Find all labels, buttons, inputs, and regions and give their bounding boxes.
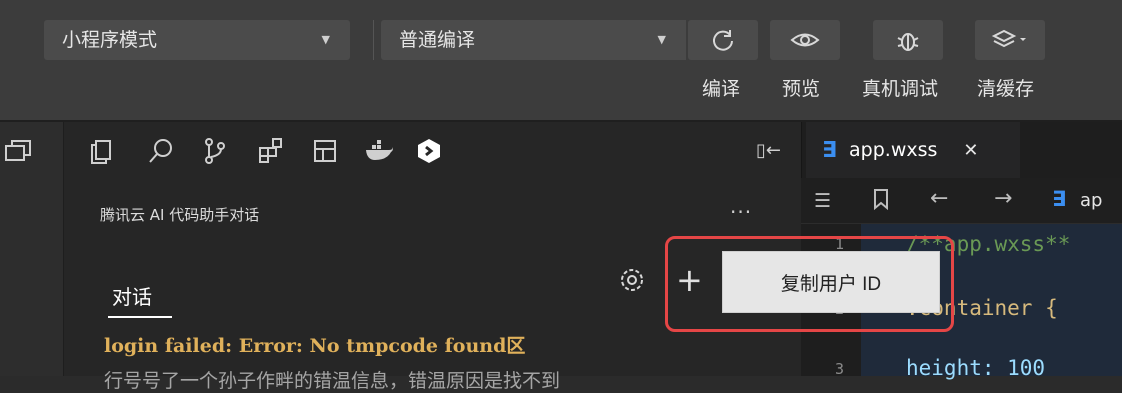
docker-icon[interactable] [360,132,398,170]
back-arrow-icon[interactable]: ← [930,186,948,211]
remote-debug-label: 真机调试 [862,78,939,100]
remote-debug-button[interactable] [873,20,943,60]
close-icon[interactable]: ✕ [963,140,978,161]
error-message-continued: 行号号了一个孙子作畔的错温信息，错温原因是找不到 [104,370,561,392]
preview-button[interactable] [770,20,840,60]
file-tab-label: app.wxss [849,139,938,161]
extensions-icon[interactable] [252,132,290,170]
settings-gear-icon[interactable] [616,264,648,296]
compile-select-value: 普通编译 [399,29,476,51]
forward-arrow-icon[interactable]: → [994,186,1012,211]
clear-cache-button[interactable] [975,20,1045,60]
refresh-icon [713,30,733,51]
mode-select[interactable]: 小程序模式 ▼ [44,20,350,60]
eye-icon [790,33,820,47]
collapse-panel-icon[interactable]: ▯← [756,140,786,164]
layout-icon[interactable] [306,132,344,170]
copy-icon[interactable] [82,132,120,170]
tab-active-indicator [108,316,172,318]
window-icon[interactable] [2,136,36,170]
more-options-icon[interactable]: ... [730,194,752,218]
tab-chat[interactable]: 对话 [112,281,152,310]
preview-label: 预览 [782,78,821,100]
bookmark-icon[interactable] [872,188,890,214]
panel-title: 腾讯云 AI 代码助手对话 [100,206,260,224]
list-icon[interactable]: ☰ [814,190,831,212]
code-line: height: 100 [906,356,1046,380]
top-toolbar [0,0,1122,120]
breadcrumb-file[interactable]: ap [1080,190,1102,211]
toolbar-separator [373,20,374,60]
highlight-box [665,236,954,332]
codebuddy-icon[interactable] [410,132,448,170]
chevron-down-icon: ▼ [321,33,330,46]
breadcrumb [801,178,1122,224]
bug-icon [897,33,919,51]
css-file-icon: ∃ [1052,187,1067,211]
line-number: 3 [835,360,845,378]
error-message: login failed: Error: No tmpcode found区 [104,335,526,357]
chevron-down-icon: ▼ [657,33,666,46]
mode-select-value: 小程序模式 [62,29,158,51]
compile-label: 编译 [702,78,741,100]
file-tab-app-wxss[interactable]: ∃ app.wxss ✕ [806,122,1020,178]
compile-select[interactable]: 普通编译 ▼ [381,20,686,60]
compile-button[interactable] [688,20,758,60]
layers-icon [991,29,1026,48]
css-file-icon: ∃ [822,137,838,163]
clear-cache-label: 清缓存 [977,78,1035,100]
branch-icon[interactable] [196,132,234,170]
search-icon[interactable] [142,132,180,170]
